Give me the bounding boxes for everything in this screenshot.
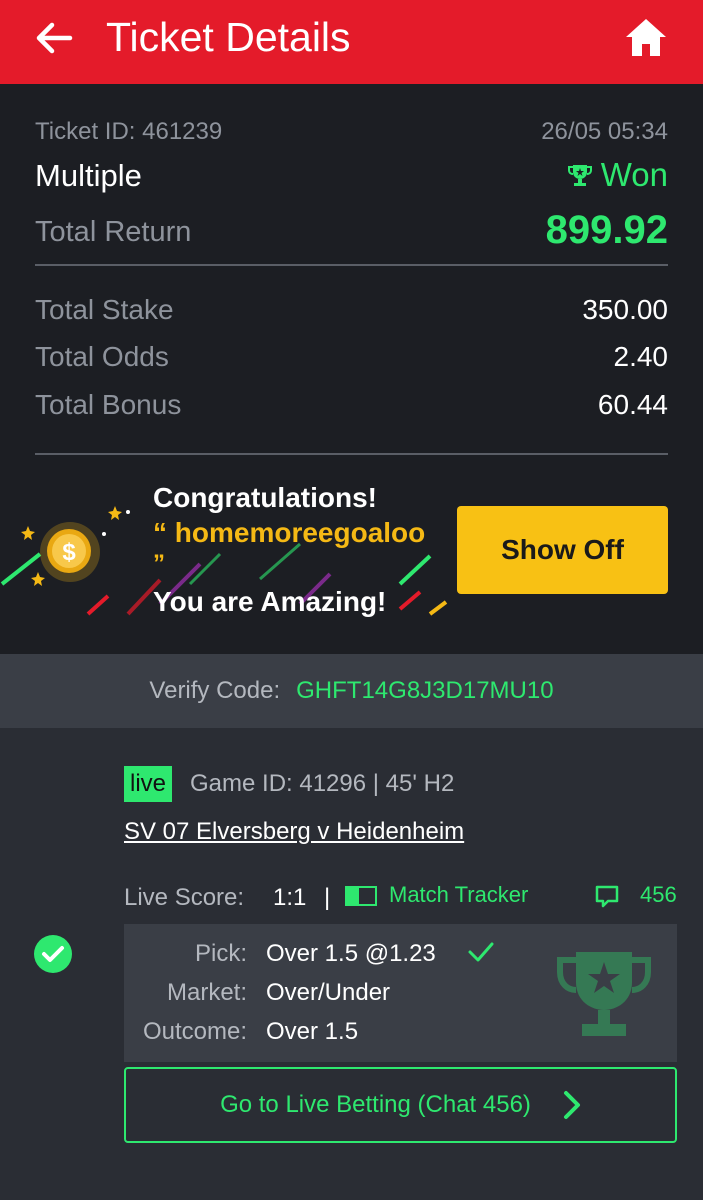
outcome-label: Outcome: xyxy=(142,1018,247,1045)
verify-code-label: Verify Code: xyxy=(149,677,281,704)
chat-icon[interactable] xyxy=(594,884,620,910)
live-score-label: Live Score: xyxy=(124,884,245,911)
ticket-summary: Ticket ID: 461239 26/05 05:34 Multiple W… xyxy=(0,84,703,654)
home-icon[interactable] xyxy=(624,16,668,58)
market-value: Over/Under xyxy=(266,979,391,1006)
check-icon xyxy=(468,942,494,962)
verify-code-value[interactable]: GHFT14G8J3D17MU10 xyxy=(296,677,553,705)
coin-icon: $ xyxy=(40,522,100,582)
market-label: Market: xyxy=(166,979,247,1006)
total-return-value: 899.92 xyxy=(545,208,668,252)
ticket-date: 26/05 05:34 xyxy=(541,118,668,145)
app-header: Ticket Details xyxy=(0,0,703,84)
outcome-value: Over 1.5 xyxy=(266,1018,359,1045)
pick-label: Pick: xyxy=(194,940,247,967)
go-live-label: Go to Live Betting (Chat 456) xyxy=(220,1091,531,1118)
live-badge: live xyxy=(124,766,173,802)
status-badge: Won xyxy=(567,156,668,194)
match-teams-link[interactable]: SV 07 Elversberg v Heidenheim xyxy=(124,818,464,846)
separator: | xyxy=(324,884,331,911)
pick-value: Over 1.5 @1.23 xyxy=(266,940,436,967)
promo-quote-close: ” xyxy=(153,550,165,577)
verify-code-bar: Verify Code: GHFT14G8J3D17MU10 xyxy=(0,654,703,728)
pick-details: Pick: Over 1.5 @1.23 Market: Over/Under … xyxy=(124,924,677,1062)
match-tracker-link[interactable]: Match Tracker xyxy=(389,882,528,908)
ticket-type: Multiple xyxy=(35,158,142,193)
promo-title: Congratulations! xyxy=(153,482,377,513)
total-bonus-label: Total Bonus xyxy=(35,389,182,420)
page-title: Ticket Details xyxy=(106,14,351,60)
trophy-watermark-icon xyxy=(557,952,651,1036)
ticket-id: Ticket ID: 461239 xyxy=(35,118,223,145)
svg-text:$: $ xyxy=(62,539,76,566)
divider xyxy=(35,264,668,266)
promo-subtitle: You are Amazing! xyxy=(153,586,387,617)
trophy-icon xyxy=(567,165,592,186)
total-stake-row: Total Stake 350.00 xyxy=(35,294,668,330)
won-check-icon xyxy=(34,935,72,973)
chat-count[interactable]: 456 xyxy=(640,882,677,908)
promo-username: “ homemoreegoaloo xyxy=(153,517,426,548)
status-label: Won xyxy=(600,156,668,193)
match-tracker-icon[interactable] xyxy=(345,886,377,906)
total-return-label: Total Return xyxy=(35,216,192,248)
total-bonus-value: 60.44 xyxy=(597,389,668,420)
go-to-live-betting-button[interactable]: Go to Live Betting (Chat 456) xyxy=(124,1067,677,1143)
divider xyxy=(35,453,668,455)
chevron-right-icon xyxy=(563,1091,580,1119)
total-stake-value: 350.00 xyxy=(582,294,668,325)
total-bonus-row: Total Bonus 60.44 xyxy=(35,389,668,425)
game-id: Game ID: 41296 | 45' H2 xyxy=(190,770,455,797)
match-card: live Game ID: 41296 | 45' H2 SV 07 Elver… xyxy=(0,728,703,1200)
arrow-left-icon[interactable] xyxy=(34,18,74,58)
live-score-value: 1:1 xyxy=(273,884,307,911)
show-off-button[interactable]: Show Off xyxy=(457,506,668,594)
total-odds-label: Total Odds xyxy=(35,341,169,372)
total-stake-label: Total Stake xyxy=(35,294,174,325)
total-odds-value: 2.40 xyxy=(613,341,669,372)
total-odds-row: Total Odds 2.40 xyxy=(35,341,668,377)
